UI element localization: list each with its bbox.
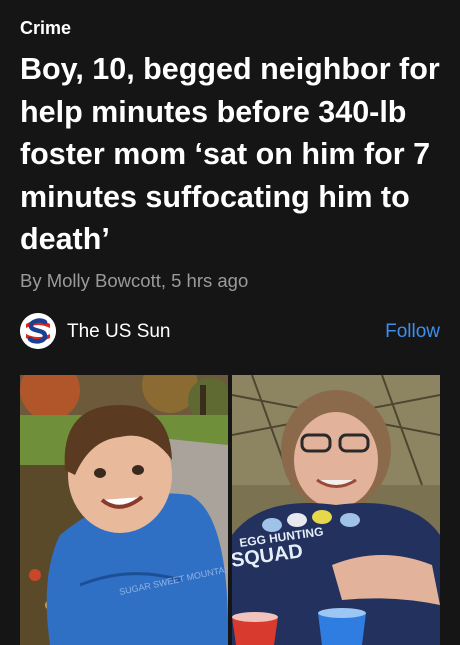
article-byline: By Molly Bowcott, 5 hrs ago xyxy=(20,270,249,291)
us-sun-logo-icon[interactable] xyxy=(20,313,56,349)
publisher-name[interactable]: The US Sun xyxy=(67,321,171,343)
article-headline[interactable]: Boy, 10, begged neighbor for help minute… xyxy=(20,48,445,261)
article-category[interactable]: Crime xyxy=(20,18,71,39)
publisher-row: The US Sun Follow xyxy=(20,313,440,351)
follow-button[interactable]: Follow xyxy=(385,321,440,343)
article-photo-boy[interactable]: SUGAR SWEET MOUNTAINS xyxy=(20,375,228,645)
article-photo-woman[interactable]: EGG HUNTING SQUAD xyxy=(232,375,440,645)
